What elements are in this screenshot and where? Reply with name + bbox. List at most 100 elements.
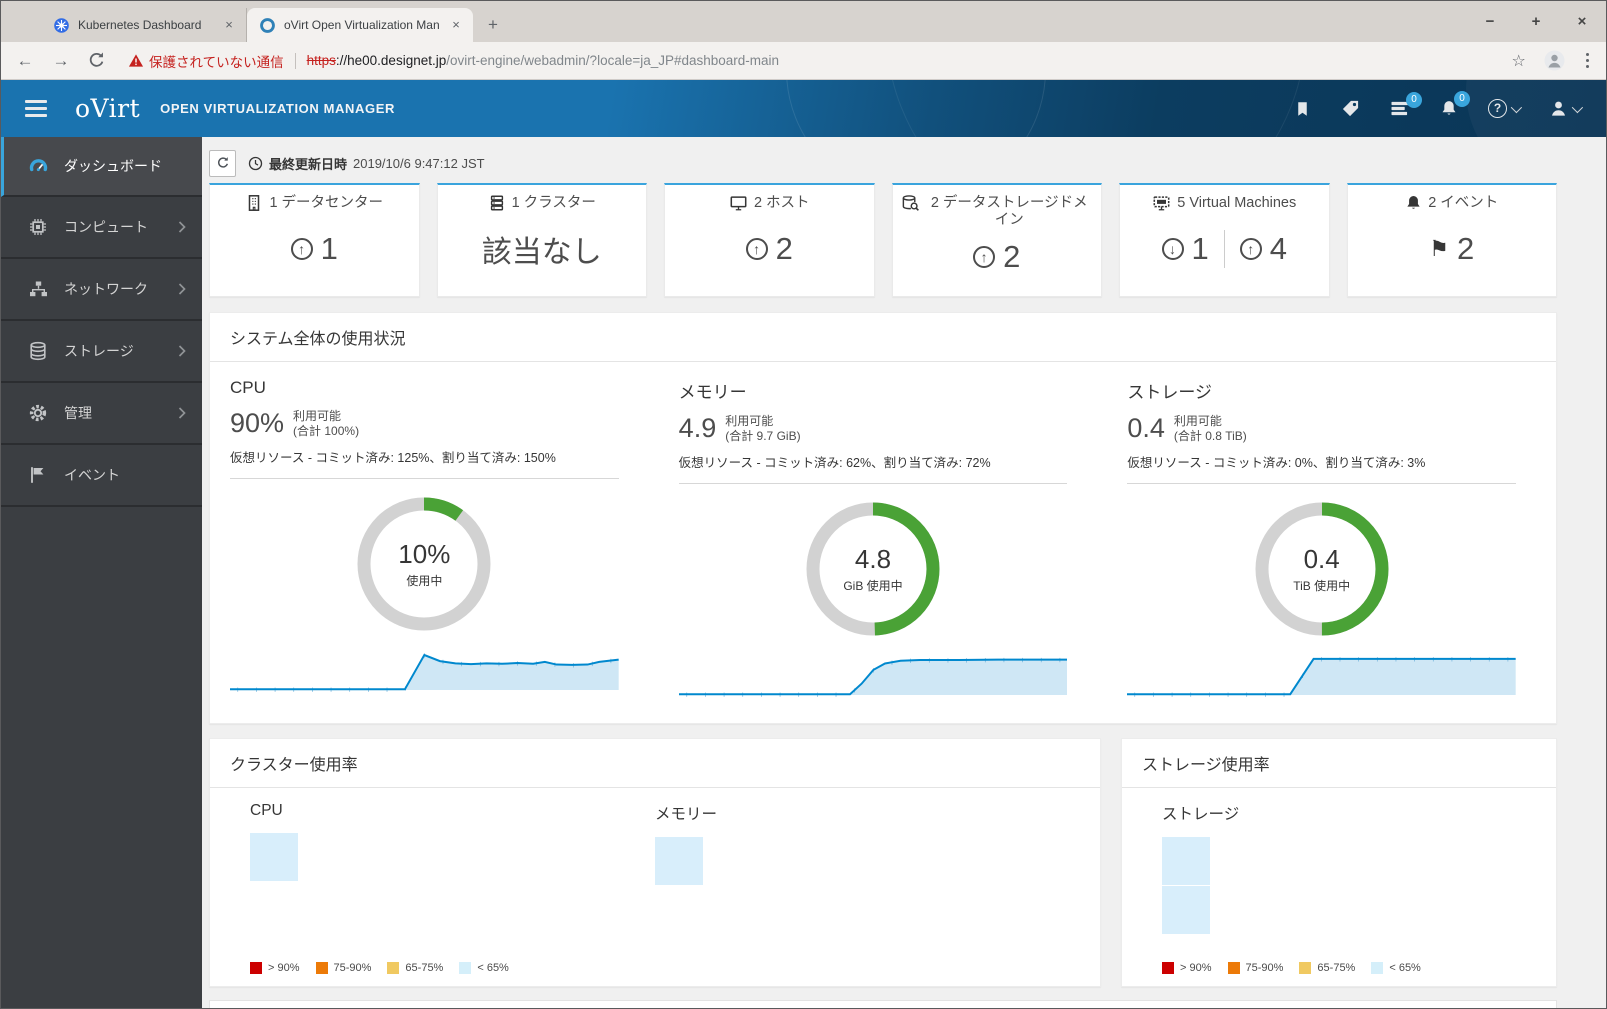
up-stat: ↑ 1 <box>290 231 338 267</box>
arrow-up-circle-icon: ↑ <box>973 246 996 269</box>
chevron-right-icon <box>176 282 188 296</box>
tab-close-icon[interactable]: × <box>447 16 465 34</box>
sidebar-item-label: ネットワーク <box>64 281 148 297</box>
not-applicable-text: 該当なし <box>481 236 602 269</box>
bookmark-star-icon[interactable]: ☆ <box>1511 51 1525 71</box>
sidebar-item-label: 管理 <box>64 405 92 421</box>
menu-hamburger-icon[interactable] <box>25 100 47 117</box>
card-clusters[interactable]: 1 クラスター 該当なし <box>436 183 647 297</box>
forward-button[interactable]: → <box>51 51 71 71</box>
card-virtual-machines[interactable]: 5 Virtual Machines ↓ 1 ↑ 4 <box>1119 183 1330 297</box>
card-title: 2 ホスト <box>753 195 810 211</box>
tab-kubernetes-dashboard[interactable]: Kubernetes Dashboard × <box>41 8 247 42</box>
memory-utilization-column: メモリー 4.9 利用可能 (合計 9.7 GiB) 仮想リソース - コミット済… <box>659 378 1108 723</box>
dashboard-content: 最終更新日時 2019/10/6 9:47:12 JST 1 データセンター ↑… <box>202 137 1606 1008</box>
total-label: (合計 0.8 TiB) <box>1173 428 1247 443</box>
new-tab-button[interactable]: + <box>479 11 507 39</box>
last-updated-time: 2019/10/6 9:47:12 JST <box>353 155 485 171</box>
total-label: (合計 100%) <box>293 423 360 438</box>
panel-title: クラスター使用率 <box>210 739 1100 788</box>
sidebar-item-events[interactable]: イベント <box>1 445 202 507</box>
profile-avatar-icon[interactable] <box>1544 50 1565 71</box>
storage-heatmap: ストレージ <box>1162 802 1339 934</box>
storage-sparkline-chart <box>1127 657 1517 697</box>
legend-label: 65-75% <box>1317 962 1356 974</box>
inventory-cards: 1 データセンター ↑ 1 1 クラスター 該当なし 2 ホスト ↑ 2 2 デ… <box>209 183 1557 297</box>
security-warning[interactable]: 保護されていない通信 <box>128 51 284 71</box>
card-title: 1 クラスター <box>511 195 596 211</box>
card-storage-domains[interactable]: 2 データストレージドメイン ↑ 2 <box>891 183 1102 297</box>
arrow-up-circle-icon: ↑ <box>290 238 313 260</box>
sidebar-item-compute[interactable]: コンピュート <box>1 197 202 259</box>
stat-divider <box>1223 230 1225 268</box>
vertical-nav-sidebar: ダッシュボード コンピュート ネットワーク ストレージ 管理 イベント <box>1 137 202 1008</box>
url-separator <box>294 52 296 69</box>
reload-button[interactable] <box>87 51 106 70</box>
url-path: /ovirt-engine/webadmin/?locale=ja_JP#das… <box>446 53 780 68</box>
card-events[interactable]: 2 イベント ⚑ 2 <box>1346 183 1557 297</box>
heatmap-cell[interactable] <box>1162 886 1210 934</box>
panel-title: ストレージ使用率 <box>1122 739 1556 788</box>
sidebar-item-storage[interactable]: ストレージ <box>1 321 202 383</box>
back-button[interactable]: ← <box>15 51 35 71</box>
available-label: 利用可能 <box>1173 413 1222 428</box>
tab-close-icon[interactable]: × <box>220 16 238 34</box>
masthead-icons: 0 0 ? <box>1294 91 1588 118</box>
user-menu[interactable] <box>1549 99 1584 118</box>
virtual-resources-line: 仮想リソース - コミット済み: 62%、割り当て済み: 72% <box>678 456 991 470</box>
maximize-button[interactable]: + <box>1526 13 1546 30</box>
help-menu[interactable]: ? <box>1488 99 1523 118</box>
bell-icon <box>1407 196 1420 209</box>
legend-swatch <box>387 962 400 974</box>
donut-center-label: GiB 使用中 <box>843 579 903 593</box>
close-button[interactable]: × <box>1572 13 1592 30</box>
ovirt-logo[interactable]: oVirt <box>75 94 140 123</box>
sidebar-item-dashboard[interactable]: ダッシュボード <box>1 137 202 197</box>
heatmap-label: メモリー <box>655 806 718 823</box>
tags-icon[interactable] <box>1341 99 1360 118</box>
sidebar-item-administration[interactable]: 管理 <box>1 383 202 445</box>
tab-ovirt-manager[interactable]: oVirt Open Virtualization Manag × <box>247 8 473 42</box>
browser-tab-strip: Kubernetes Dashboard × oVirt Open Virtua… <box>1 1 1606 42</box>
card-title: 5 Virtual Machines <box>1177 195 1297 211</box>
memory-sparkline-chart <box>678 657 1068 697</box>
ovirt-masthead: oVirt OPEN VIRTUALIZATION MANAGER 0 0 ? <box>1 80 1606 137</box>
warning-triangle-icon <box>128 54 144 67</box>
bookmarks-icon[interactable] <box>1294 100 1311 118</box>
chevron-down-icon <box>1510 101 1523 113</box>
global-utilization-panel: システム全体の使用状況 CPU 90% 利用可能 (合計 100%) 仮想リソース… <box>209 312 1557 724</box>
heatmap-cell[interactable] <box>655 837 703 885</box>
column-title: CPU <box>230 378 266 397</box>
available-value: 90% <box>230 408 285 438</box>
card-title: 2 データストレージドメイン <box>930 195 1088 228</box>
refresh-button[interactable] <box>209 149 236 177</box>
chevron-right-icon <box>176 406 188 420</box>
donut-center-value: 10% <box>398 539 451 569</box>
arrow-up-circle-icon: ↑ <box>745 238 768 260</box>
heatmap-cell[interactable] <box>1162 837 1210 885</box>
host-monitor-icon <box>730 196 747 211</box>
url-text[interactable]: https://he00.designet.jp/ovirt-engine/we… <box>307 53 779 68</box>
refresh-bar: 最終更新日時 2019/10/6 9:47:12 JST <box>209 146 1557 180</box>
next-panel-peek <box>209 1000 1557 1008</box>
cpu-utilization-column: CPU 90% 利用可能 (合計 100%) 仮想リソース - コミット済み: 1… <box>210 378 659 723</box>
tasks-icon[interactable]: 0 <box>1390 92 1422 117</box>
cluster-memory-heatmap: メモリー <box>655 802 1060 886</box>
sidebar-filler <box>1 507 202 1008</box>
utilization-legend: > 90% 75-90% 65-75% < 65% <box>250 962 509 974</box>
available-label: 利用可能 <box>293 408 342 423</box>
window-controls: − + × <box>1480 1 1592 42</box>
flag-icon: ⚑ <box>1429 236 1449 261</box>
card-data-centers[interactable]: 1 データセンター ↑ 1 <box>209 183 420 297</box>
data-center-icon <box>249 195 260 211</box>
sidebar-item-network[interactable]: ネットワーク <box>1 259 202 321</box>
minimize-button[interactable]: − <box>1480 13 1500 30</box>
heatmap-cell[interactable] <box>250 833 298 881</box>
help-icon: ? <box>1488 99 1507 118</box>
notifications-bell-icon[interactable]: 0 <box>1440 91 1470 118</box>
address-bar[interactable]: 保護されていない通信 https://he00.designet.jp/ovir… <box>128 51 1495 71</box>
sidebar-item-label: イベント <box>64 467 120 483</box>
browser-menu-icon[interactable] <box>1583 50 1592 71</box>
down-stat: ↓ 1 <box>1161 231 1209 267</box>
card-hosts[interactable]: 2 ホスト ↑ 2 <box>664 183 875 297</box>
